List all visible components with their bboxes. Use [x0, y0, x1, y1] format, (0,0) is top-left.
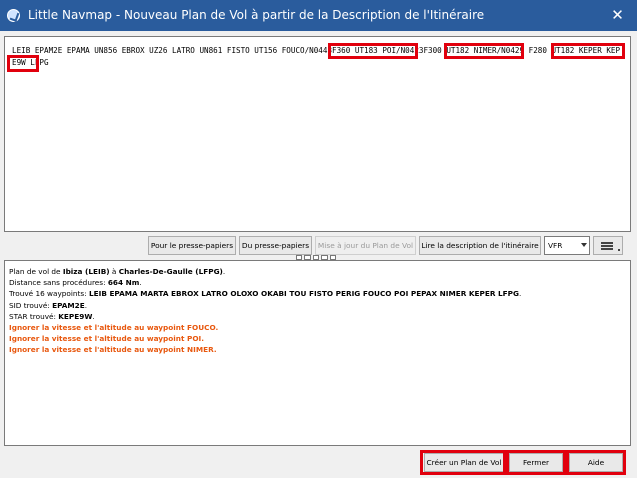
title-bar[interactable]: Little Navmap - Nouveau Plan de Vol à pa…	[0, 0, 637, 31]
route-description-text[interactable]: LEIB EPAM2E EPAMA UN856 EBROX UZ26 LATRO…	[12, 45, 624, 69]
highlight-help-button	[566, 450, 626, 475]
close-window-button[interactable]: ✕	[598, 1, 637, 30]
highlight-fouco	[328, 43, 418, 59]
update-flight-plan-button[interactable]: Mise à jour du Plan de Vol	[315, 236, 416, 255]
options-menu-button[interactable]	[593, 236, 623, 255]
highlight-create-button	[420, 450, 506, 475]
log-line-star: STAR trouvé: KEPE9W.	[9, 311, 95, 321]
route-description-dialog: Little Navmap - Nouveau Plan de Vol à pa…	[0, 0, 637, 478]
window-title: Little Navmap - Nouveau Plan de Vol à pa…	[28, 8, 485, 22]
copy-to-clipboard-button[interactable]: Pour le presse-papiers	[148, 236, 236, 255]
flight-rules-value: VFR	[548, 241, 563, 250]
menu-icon	[601, 242, 613, 250]
log-warning-poi: Ignorer la vitesse et l'altitude au wayp…	[9, 334, 205, 344]
log-line-distance: Distance sans procédures: 664 Nm.	[9, 278, 142, 288]
paste-from-clipboard-button[interactable]: Du presse-papiers	[239, 236, 312, 255]
highlight-f280	[7, 55, 39, 72]
log-warning-nimer: Ignorer la vitesse et l'altitude au wayp…	[9, 345, 217, 355]
highlight-poi	[444, 43, 524, 59]
little-navmap-app-icon	[7, 9, 20, 22]
chevron-down-icon	[581, 243, 587, 247]
log-line-sid: SID trouvé: EPAM2E.	[9, 300, 88, 310]
menu-arrow-icon	[618, 249, 620, 251]
highlight-nimer	[551, 43, 625, 59]
log-line-route: Plan de vol de Ibiza (LEIB) à Charles-De…	[9, 267, 226, 276]
parse-log-panel: Plan de vol de Ibiza (LEIB) à Charles-De…	[4, 260, 631, 446]
read-route-description-button[interactable]: Lire la description de l'itinéraire	[419, 236, 541, 255]
route-description-editor[interactable]: LEIB EPAM2E EPAMA UN856 EBROX UZ26 LATRO…	[4, 36, 631, 232]
log-warning-fouco: Ignorer la vitesse et l'altitude au wayp…	[9, 323, 219, 333]
highlight-close-button	[506, 450, 566, 475]
log-line-waypoints: Trouvé 16 waypoints: LEIB EPAMA MARTA EB…	[9, 289, 522, 299]
splitter-handle[interactable]	[296, 255, 337, 260]
flight-rules-select[interactable]: VFR	[544, 236, 590, 255]
route-toolbar: Pour le presse-papiers Du presse-papiers…	[0, 234, 637, 256]
